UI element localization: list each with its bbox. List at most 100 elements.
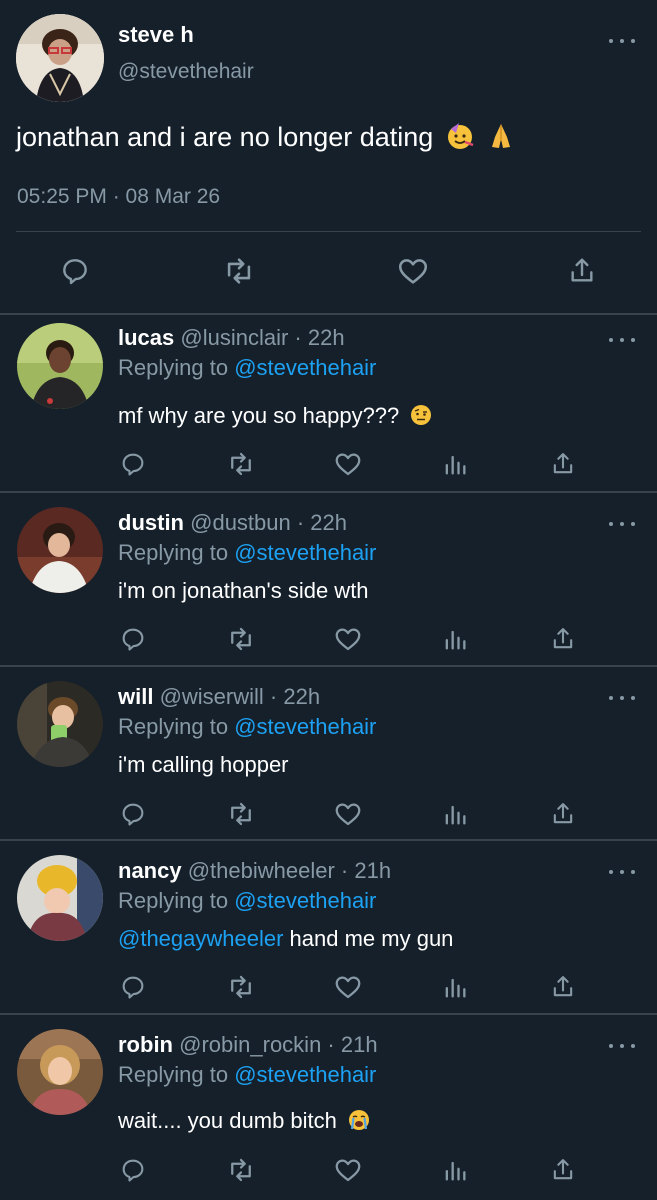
reply-header: lucas @lusinclair · 22h (118, 325, 345, 351)
user-handle[interactable]: @robin_rockin · 21h (179, 1032, 377, 1057)
share-icon[interactable] (546, 622, 580, 656)
tweet-text-body: jonathan and i are no longer dating (16, 122, 434, 152)
retweet-icon[interactable] (224, 622, 258, 656)
more-options-icon[interactable] (609, 519, 635, 529)
share-icon[interactable] (546, 970, 580, 1004)
avatar[interactable] (16, 14, 104, 102)
more-options-icon[interactable] (609, 1041, 635, 1051)
avatar[interactable] (17, 681, 103, 767)
reply-tweet[interactable]: lucas @lusinclair · 22h Replying to @ste… (0, 315, 657, 491)
replying-to: Replying to @stevethehair (118, 888, 376, 914)
tweet-timestamp[interactable]: 05:25 PM · 08 Mar 26 (17, 185, 220, 209)
mention-link[interactable]: @stevethehair (234, 888, 376, 913)
divider (16, 231, 641, 232)
analytics-icon[interactable] (438, 447, 472, 481)
reply-icon[interactable] (116, 797, 150, 831)
analytics-icon[interactable] (438, 970, 472, 1004)
reply-icon[interactable] (116, 970, 150, 1004)
analytics-icon[interactable] (438, 1153, 472, 1187)
display-name[interactable]: dustin (118, 510, 184, 535)
replying-to-label: Replying to (118, 714, 229, 739)
raised-eyebrow-face-emoji (409, 403, 433, 427)
display-name[interactable]: nancy (118, 858, 182, 883)
reply-icon[interactable] (52, 248, 98, 294)
like-icon[interactable] (331, 797, 365, 831)
mention-link[interactable]: @thegaywheeler (118, 926, 283, 951)
loudly-crying-face-emoji (347, 1108, 371, 1132)
retweet-icon[interactable] (216, 248, 262, 294)
reply-tweet[interactable]: robin @robin_rockin · 21h Replying to @s… (0, 1015, 657, 1200)
retweet-icon[interactable] (224, 797, 258, 831)
more-options-icon[interactable] (609, 335, 635, 345)
main-tweet: steve h @stevethehair jonathan and i are… (0, 0, 657, 313)
tweet-text: jonathan and i are no longer dating (16, 121, 516, 153)
replying-to: Replying to @stevethehair (118, 355, 376, 381)
reply-tweet[interactable]: nancy @thebiwheeler · 21h Replying to @s… (0, 841, 657, 1013)
tweet-actions (0, 248, 657, 294)
partying-face-emoji (445, 121, 475, 151)
reply-text-body: mf why are you so happy??? (118, 403, 400, 428)
reply-icon[interactable] (116, 447, 150, 481)
mention-link[interactable]: @stevethehair (234, 714, 376, 739)
user-handle[interactable]: @lusinclair · 22h (180, 325, 344, 350)
reply-tweet[interactable]: dustin @dustbun · 22h Replying to @steve… (0, 493, 657, 665)
retweet-icon[interactable] (224, 447, 258, 481)
share-icon[interactable] (546, 1153, 580, 1187)
share-icon[interactable] (559, 248, 605, 294)
mention-link[interactable]: @stevethehair (234, 355, 376, 380)
like-icon[interactable] (331, 1153, 365, 1187)
replying-to-label: Replying to (118, 540, 229, 565)
display-name[interactable]: robin (118, 1032, 173, 1057)
user-handle[interactable]: @thebiwheeler · 21h (188, 858, 391, 883)
like-icon[interactable] (390, 248, 436, 294)
display-name[interactable]: will (118, 684, 153, 709)
analytics-icon[interactable] (438, 797, 472, 831)
share-icon[interactable] (546, 797, 580, 831)
analytics-icon[interactable] (438, 622, 472, 656)
like-icon[interactable] (331, 447, 365, 481)
replying-to-label: Replying to (118, 1062, 229, 1087)
reply-icon[interactable] (116, 1153, 150, 1187)
avatar[interactable] (17, 507, 103, 593)
tweet-thread: steve h @stevethehair jonathan and i are… (0, 0, 657, 1200)
replying-to-label: Replying to (118, 355, 229, 380)
reply-header: robin @robin_rockin · 21h (118, 1032, 378, 1058)
more-options-icon[interactable] (609, 36, 635, 46)
reply-actions (0, 447, 657, 481)
reply-text-body: wait.... you dumb bitch (118, 1108, 337, 1133)
replying-to: Replying to @stevethehair (118, 1062, 376, 1088)
avatar[interactable] (17, 1029, 103, 1115)
mention-link[interactable]: @stevethehair (234, 1062, 376, 1087)
replying-to-label: Replying to (118, 888, 229, 913)
share-icon[interactable] (546, 447, 580, 481)
reply-text: wait.... you dumb bitch (118, 1108, 371, 1134)
reply-text: i'm calling hopper (118, 752, 289, 778)
like-icon[interactable] (331, 970, 365, 1004)
reply-tweet[interactable]: will @wiserwill · 22h Replying to @steve… (0, 667, 657, 839)
avatar[interactable] (17, 323, 103, 409)
reply-text-body: i'm calling hopper (118, 752, 289, 777)
more-options-icon[interactable] (609, 867, 635, 877)
display-name[interactable]: steve h (118, 22, 194, 48)
reply-header: will @wiserwill · 22h (118, 684, 320, 710)
mention-link[interactable]: @stevethehair (234, 540, 376, 565)
reply-actions (0, 970, 657, 1004)
like-icon[interactable] (331, 622, 365, 656)
display-name[interactable]: lucas (118, 325, 174, 350)
user-handle[interactable]: @dustbun · 22h (190, 510, 347, 535)
reply-text: mf why are you so happy??? (118, 403, 433, 429)
user-handle[interactable]: @wiserwill · 22h (160, 684, 320, 709)
reply-actions (0, 622, 657, 656)
retweet-icon[interactable] (224, 1153, 258, 1187)
avatar[interactable] (17, 855, 103, 941)
reply-header: dustin @dustbun · 22h (118, 510, 347, 536)
replying-to: Replying to @stevethehair (118, 714, 376, 740)
reply-text-body: i'm on jonathan's side wth (118, 578, 369, 603)
user-handle[interactable]: @stevethehair (118, 60, 254, 84)
reply-text: @thegaywheeler hand me my gun (118, 926, 453, 952)
more-options-icon[interactable] (609, 693, 635, 703)
reply-icon[interactable] (116, 622, 150, 656)
folded-hands-emoji (486, 121, 516, 151)
retweet-icon[interactable] (224, 970, 258, 1004)
replying-to: Replying to @stevethehair (118, 540, 376, 566)
